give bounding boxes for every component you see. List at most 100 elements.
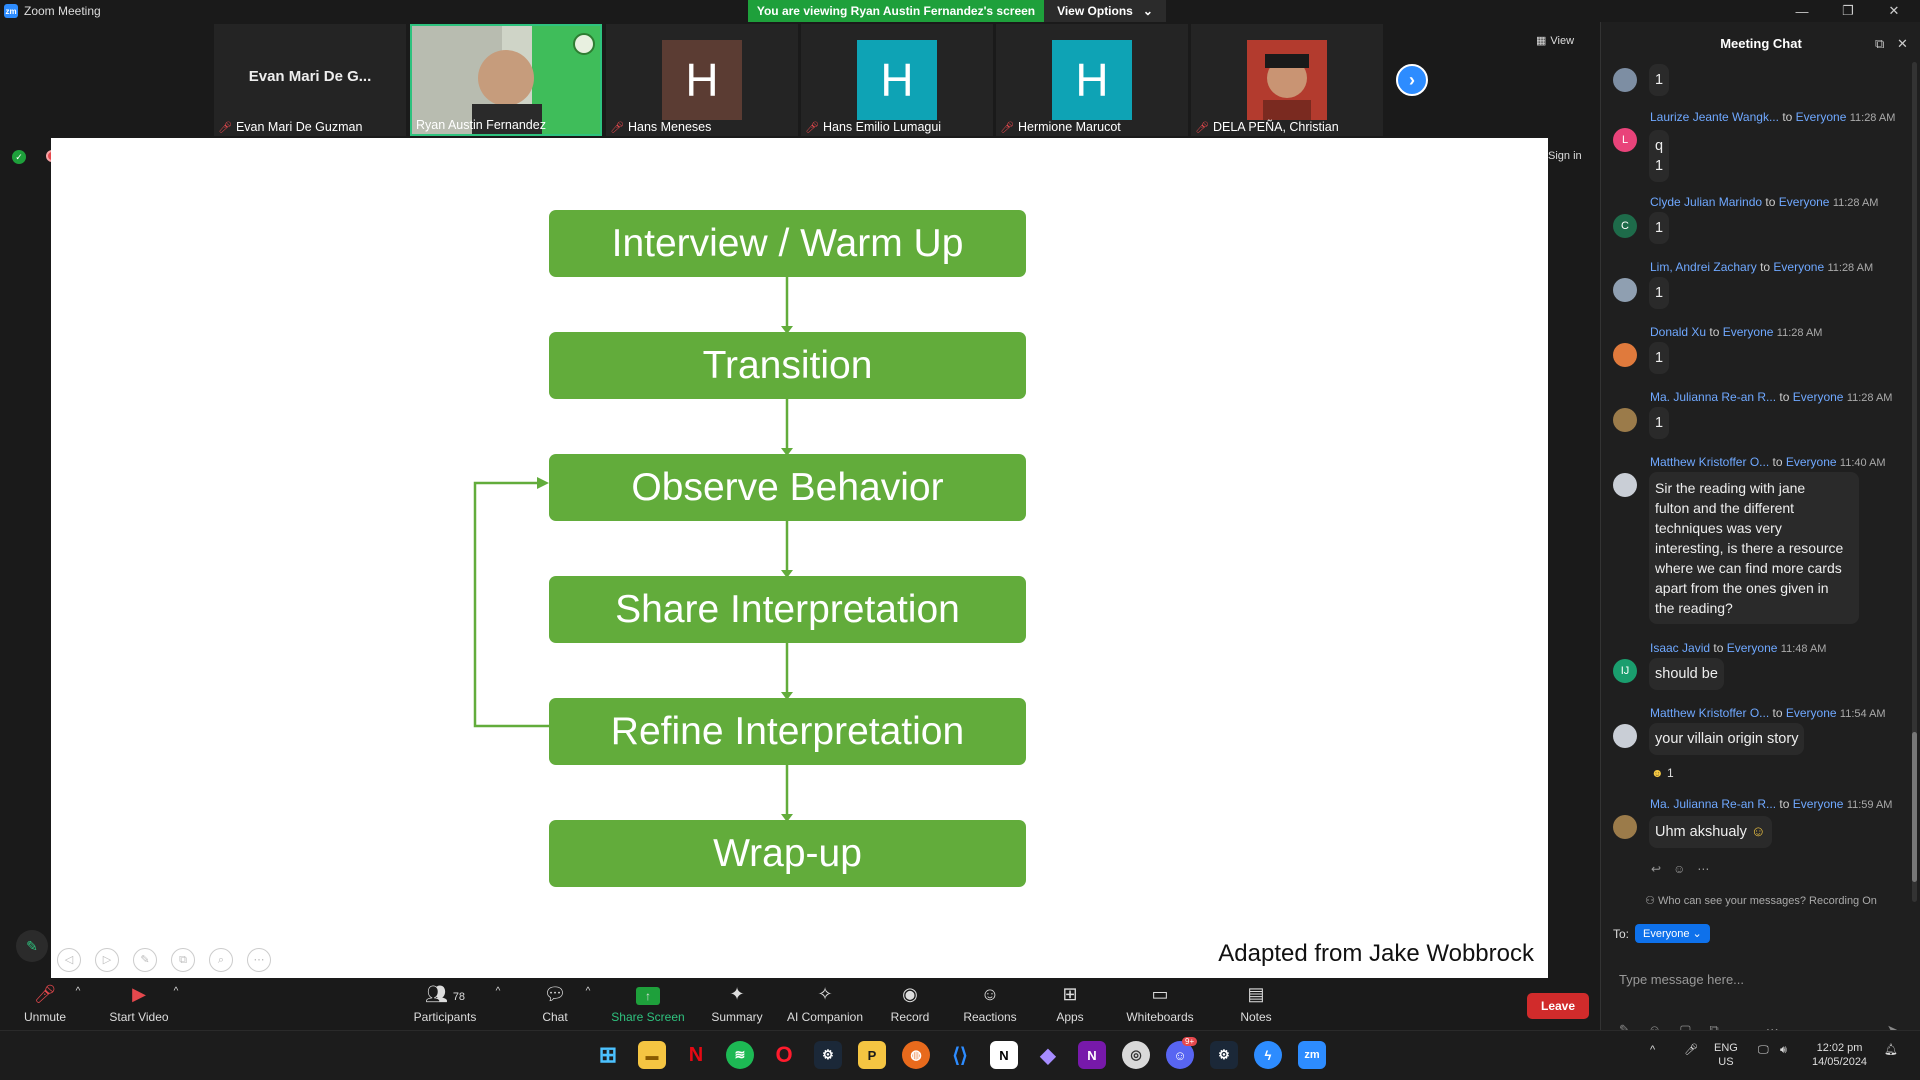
nerd-emoji-icon: ☺ (1750, 824, 1766, 840)
copy-icon[interactable]: ⧉ (171, 948, 195, 972)
microphone-icon[interactable]: 🎤︎ (1684, 1043, 1698, 1057)
view-options-button[interactable]: View Options ⌄ (1044, 0, 1166, 22)
share-screen-button[interactable]: ↑ Share Screen (610, 980, 686, 1030)
network-icon[interactable]: 🖵︎ (1758, 1043, 1769, 1057)
reply-icon[interactable]: ↩ (1651, 862, 1661, 876)
onenote-icon[interactable]: N (1078, 1041, 1106, 1069)
next-page-button[interactable]: › (1396, 64, 1428, 96)
sender-name: Donald Xu (1650, 325, 1707, 339)
participant-tile[interactable]: H 🎤︎ Hermione Marucot (996, 24, 1188, 136)
popout-icon[interactable]: ⧉ (1875, 36, 1884, 52)
restore-icon[interactable]: ❐ (1826, 0, 1870, 22)
steam-icon[interactable]: ⚙ (1210, 1041, 1238, 1069)
who-can-see-link[interactable]: ⚇ Who can see your messages? Recording O… (1601, 894, 1920, 907)
vscode-icon[interactable]: ⟨⟩ (946, 1041, 974, 1069)
obsidian-icon[interactable]: ◆ (1034, 1041, 1062, 1069)
more-options-icon[interactable]: ⋯ (1697, 862, 1709, 876)
zoom-icon[interactable]: ⌕ (209, 948, 233, 972)
more-icon[interactable]: ⋯ (247, 948, 271, 972)
annotate-pen-icon[interactable]: ✎ (16, 930, 48, 962)
recipient: Everyone (1795, 110, 1847, 124)
reaction-chip[interactable]: ☻ 1 (1651, 766, 1674, 780)
chat-title: Meeting Chat (1720, 36, 1802, 51)
sender-name: Ma. Julianna Re-an R... (1650, 390, 1777, 404)
close-chat-icon[interactable]: ✕ (1897, 36, 1908, 52)
avatar: H (1052, 40, 1132, 120)
notes-button[interactable]: ▤ Notes (1226, 980, 1286, 1030)
whiteboards-button[interactable]: ▭ Whiteboards (1120, 980, 1200, 1030)
chrome-icon[interactable]: ◎ (1122, 1041, 1150, 1069)
recipient-dropdown[interactable]: Everyone ⌄ (1635, 924, 1710, 943)
notion-icon[interactable]: N (990, 1041, 1018, 1069)
view-button[interactable]: ▦ View (1536, 34, 1574, 48)
tray-chevron-icon[interactable]: ^ (1650, 1043, 1655, 1057)
leave-button[interactable]: Leave (1527, 993, 1589, 1019)
start-video-button[interactable]: ▶︎ Start Video (104, 980, 174, 1030)
record-button[interactable]: ◉ Record (880, 980, 940, 1030)
next-slide-icon[interactable]: ▷ (95, 948, 119, 972)
minimize-icon[interactable]: — (1780, 0, 1824, 22)
opera-icon[interactable]: O (770, 1041, 798, 1069)
plex-icon[interactable]: P (858, 1041, 886, 1069)
message-header: Lim, Andrei Zachary to Everyone 11:28 AM (1650, 260, 1874, 274)
start-icon[interactable]: ⊞ (594, 1041, 622, 1069)
timestamp: 11:28 AM (1832, 197, 1879, 209)
add-reaction-icon[interactable]: ☺ (1673, 862, 1685, 876)
unmute-button[interactable]: 🎤︎ Unmute (20, 980, 70, 1030)
mic-muted-icon: 🎤︎ (218, 121, 232, 134)
timestamp: 11:28 AM (1846, 392, 1893, 404)
participants-button[interactable]: 👥︎ 78 Participants (410, 980, 480, 1030)
apps-button[interactable]: ⊞ Apps (1040, 980, 1100, 1030)
volume-icon[interactable]: 🔊︎ (1780, 1043, 1787, 1057)
participant-tile[interactable]: H 🎤︎ Hans Meneses (606, 24, 798, 136)
sender-name: Matthew Kristoffer O... (1650, 455, 1770, 469)
clock[interactable]: 12:02 pm 14/05/2024 (1812, 1041, 1867, 1069)
notification-bell-icon[interactable]: 🔔︎ (1884, 1043, 1898, 1057)
messenger-icon[interactable]: ϟ (1254, 1041, 1282, 1069)
zoom-icon[interactable]: zm (1298, 1041, 1326, 1069)
close-window-icon[interactable]: ✕ (1872, 0, 1916, 22)
file-explorer-icon[interactable]: ▬ (638, 1041, 666, 1069)
prev-slide-icon[interactable]: ◁ (57, 948, 81, 972)
audio-options-chevron[interactable]: ^ (72, 980, 84, 1030)
share-screen-label: Share Screen (611, 1010, 685, 1024)
summary-button[interactable]: ✦ Summary (700, 980, 774, 1030)
chat-scroll-thumb[interactable] (1912, 732, 1917, 882)
participant-name: Hermione Marucot (1017, 120, 1121, 134)
video-off-icon: ▶︎ (132, 984, 146, 1004)
apps-label: Apps (1056, 1010, 1084, 1024)
shield-icon[interactable]: ✓ (12, 150, 26, 164)
chat-label: Chat (542, 1010, 568, 1024)
timestamp: 11:28 AM (1776, 327, 1823, 339)
recipient: Everyone (1785, 455, 1837, 469)
notes-icon: ▤ (1247, 984, 1265, 1004)
basketball-icon[interactable]: ◍ (902, 1041, 930, 1069)
participant-tile[interactable]: H 🎤︎ Hans Emilio Lumagui (801, 24, 993, 136)
participant-tile-speaking[interactable]: Ryan Austin Fernandez (410, 24, 602, 136)
flow-step-transition: Transition (549, 332, 1026, 399)
chat-button[interactable]: 💬︎ Chat (530, 980, 580, 1030)
sign-in-link[interactable]: Sign in (1548, 150, 1582, 162)
video-options-chevron[interactable]: ^ (170, 980, 182, 1030)
spotify-icon[interactable]: ≋ (726, 1041, 754, 1069)
participant-tile[interactable]: Evan Mari De G... 🎤︎ Evan Mari De Guzman (214, 24, 406, 136)
ai-companion-button[interactable]: ✧ AI Companion (782, 980, 868, 1030)
message-header: Matthew Kristoffer O... to Everyone 11:4… (1650, 455, 1886, 469)
reactions-button[interactable]: ☺ Reactions (956, 980, 1024, 1030)
language-indicator[interactable]: ENG US (1714, 1041, 1738, 1069)
participants-options-chevron[interactable]: ^ (492, 980, 504, 1030)
reactions-label: Reactions (963, 1010, 1017, 1024)
recipient-row: To: Everyone ⌄ (1613, 924, 1710, 943)
pen-icon[interactable]: ✎ (133, 948, 157, 972)
timestamp: 11:48 AM (1780, 643, 1827, 655)
viewing-banner: You are viewing Ryan Austin Fernandez's … (748, 0, 1044, 22)
chevron-down-icon: ⌄ (1142, 4, 1153, 18)
netflix-icon[interactable]: N (682, 1041, 710, 1069)
participant-tile[interactable]: 🎤︎ DELA PEÑA, Christian (1191, 24, 1383, 136)
steam-icon[interactable]: ⚙ (814, 1041, 842, 1069)
chat-input[interactable]: Type message here... (1619, 972, 1744, 987)
notification-badge: 9+ (1182, 1037, 1198, 1046)
message-actions: ↩ ☺ ⋯ (1651, 862, 1709, 876)
chat-options-chevron[interactable]: ^ (582, 980, 594, 1030)
summary-icon: ✦ (729, 984, 745, 1004)
